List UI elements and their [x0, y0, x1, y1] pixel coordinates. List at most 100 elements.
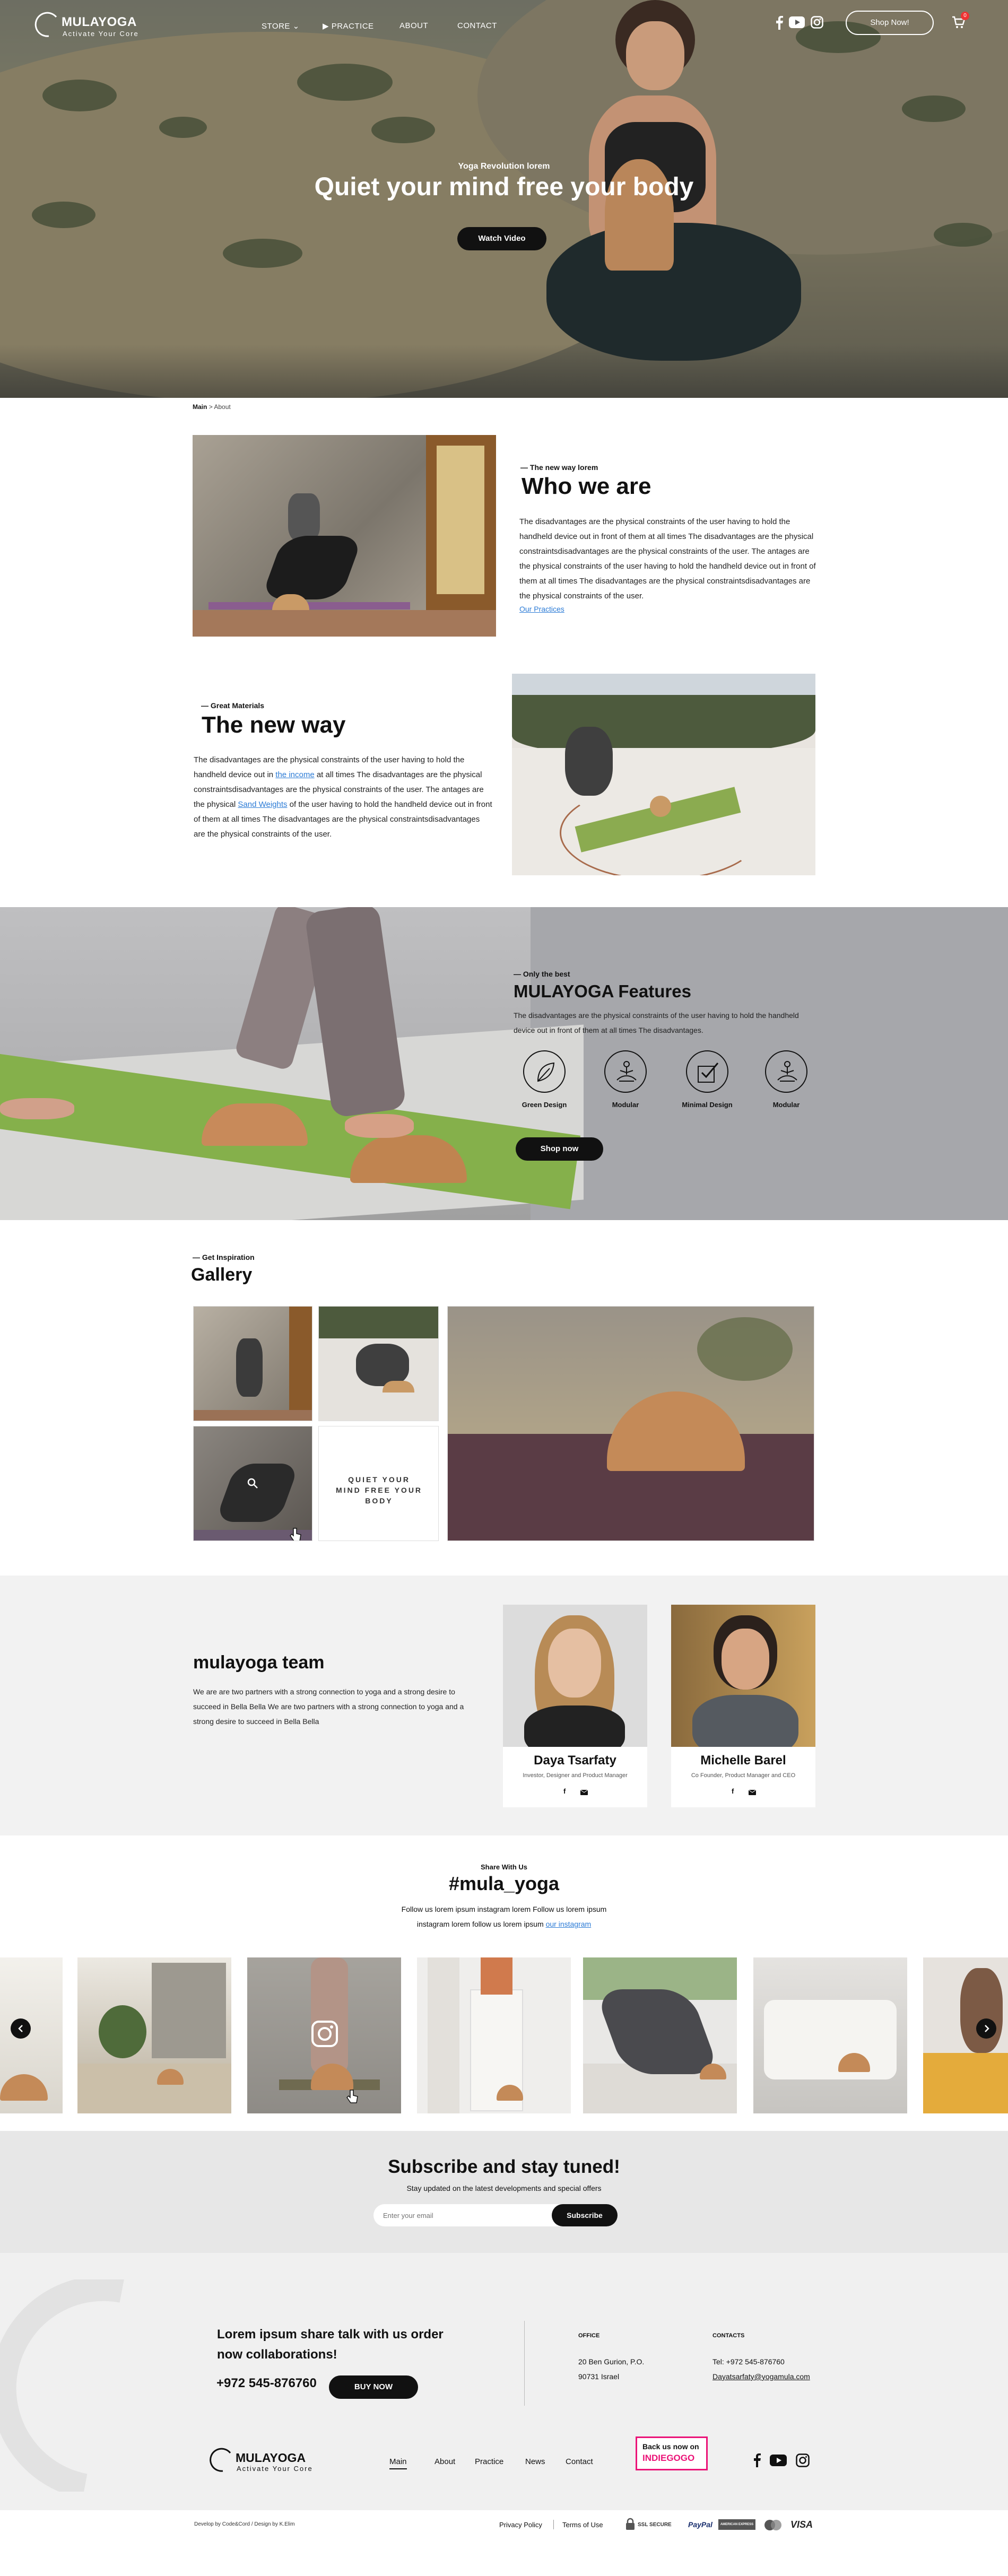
footer-cta: Lorem ipsum share talk with us order now… [217, 2325, 444, 2365]
nav-contact[interactable]: CONTACT [457, 21, 497, 30]
instagram-post-hovered[interactable] [247, 1957, 401, 2113]
nav-about[interactable]: ABOUT [399, 21, 428, 30]
divider [553, 2520, 554, 2529]
privacy-link[interactable]: Privacy Policy [499, 2521, 542, 2529]
our-practices-link[interactable]: Our Practices [519, 605, 564, 613]
instagram-post[interactable] [77, 1957, 231, 2113]
instagram-icon[interactable] [796, 2453, 810, 2467]
credits: Develop by Code&Cord / Design by K.Elim [194, 2521, 295, 2527]
share-text: Follow us lorem ipsum instagram lorem Fo… [0, 1902, 1008, 1931]
feature-label: Green Design [522, 1101, 567, 1109]
gallery-feature-image[interactable] [447, 1306, 814, 1541]
cart-icon[interactable]: 0 [951, 12, 969, 31]
ssl-badge: SSL SECURE [638, 2522, 672, 2528]
share-eyebrow: Share With Us [480, 1863, 527, 1871]
instagram-post[interactable] [753, 1957, 907, 2113]
team-section: mulayoga team We are are two partners wi… [0, 1576, 1008, 1835]
team-card-michelle: Michelle Barel Co Founder, Product Manag… [671, 1605, 815, 1807]
member-role: Investor, Designer and Product Manager [523, 1772, 628, 1779]
footer-logo[interactable]: MULAYOGA Activate Your Core [208, 2448, 335, 2474]
carousel-prev-button[interactable] [11, 2018, 31, 2039]
subscribe-section: Subscribe and stay tuned! Stay updated o… [0, 2131, 1008, 2253]
decorative-logo-mark [0, 2279, 124, 2492]
logo-mark-icon [210, 2448, 231, 2472]
footer-section: Lorem ipsum share talk with us order now… [0, 2253, 1008, 2510]
gallery-image[interactable] [193, 1306, 312, 1421]
footer-cta-line-1: Lorem ipsum share talk with us order [217, 2327, 444, 2342]
instagram-post[interactable] [0, 1957, 63, 2113]
logo-mark-icon [34, 12, 57, 37]
gallery-image-hovered[interactable] [193, 1426, 312, 1541]
team-title: mulayoga team [193, 1652, 325, 1673]
footer-nav-news[interactable]: News [525, 2457, 545, 2466]
feature-modular [604, 1050, 647, 1093]
facebook-icon[interactable]: f [563, 1787, 566, 1795]
instagram-post[interactable] [583, 1957, 737, 2113]
chevron-down-icon: ⌄ [292, 22, 300, 31]
subscribe-button[interactable]: Subscribe [552, 2204, 618, 2226]
meditation-icon [777, 1061, 797, 1082]
brand-tagline: Activate Your Core [63, 30, 139, 38]
email-icon[interactable] [748, 1788, 757, 1798]
instagram-icon[interactable] [811, 16, 823, 29]
footer-cta-line-2: now collaborations! [217, 2347, 337, 2362]
instagram-post[interactable] [417, 1957, 571, 2113]
footer-nav-practice[interactable]: Practice [475, 2457, 503, 2466]
shop-now-button[interactable]: Shop Now! [846, 11, 934, 35]
footer-nav-about[interactable]: About [435, 2457, 455, 2466]
avatar [671, 1605, 815, 1747]
facebook-icon[interactable] [776, 16, 783, 30]
office-label: OFFICE [578, 2333, 600, 2339]
subscribe-form: Subscribe [373, 2204, 618, 2226]
gallery-quote-text: QUIET YOUR MIND FREE YOUR BODY [335, 1475, 423, 1505]
indiegogo-line-1: Back us now on [642, 2442, 699, 2451]
team-body: We are are two partners with a strong co… [193, 1687, 464, 1726]
chevron-left-icon [18, 2025, 23, 2032]
youtube-icon[interactable] [770, 2455, 787, 2466]
terms-link[interactable]: Terms of Use [562, 2521, 603, 2529]
breadcrumb-separator: > [208, 403, 213, 411]
contact-email-link[interactable]: Dayatsarfaty@yogamula.com [712, 2369, 810, 2384]
subscribe-title: Subscribe and stay tuned! [388, 2156, 620, 2177]
chevron-right-icon [985, 2025, 989, 2032]
buy-now-button[interactable]: BUY NOW [329, 2375, 418, 2399]
brand-logo[interactable]: MULAYOGA Activate Your Core [33, 12, 160, 39]
feature-modular-2 [765, 1050, 807, 1093]
nav-practice[interactable]: ▶ PRACTICE [323, 21, 374, 31]
share-hashtag: #mula_yoga [448, 1873, 560, 1894]
email-input[interactable] [383, 2209, 542, 2221]
nav-store[interactable]: STORE ⌄ [262, 21, 300, 31]
breadcrumb-main[interactable]: Main [193, 403, 207, 411]
watch-video-button[interactable]: Watch Video [457, 227, 546, 250]
who-body: The disadvantages are the physical const… [519, 517, 816, 601]
footer-phone[interactable]: +972 545-876760 [216, 2376, 317, 2391]
facebook-icon[interactable] [753, 2453, 761, 2467]
footer-brand-name: MULAYOGA [236, 2451, 306, 2465]
footer-nav-main[interactable]: Main [389, 2457, 407, 2469]
contacts-label: CONTACTS [712, 2333, 745, 2339]
meditation-icon [616, 1061, 637, 1082]
sand-weights-link[interactable]: Sand Weights [238, 800, 287, 809]
features-title: MULAYOGA Features [514, 981, 691, 1001]
facebook-icon[interactable]: f [732, 1787, 734, 1795]
gallery-image[interactable] [318, 1306, 439, 1421]
member-name: Daya Tsarfaty [534, 1753, 616, 1768]
features-shop-now-button[interactable]: Shop now [516, 1137, 603, 1161]
income-link[interactable]: the income [275, 770, 314, 779]
newway-eyebrow: — Great Materials [201, 701, 265, 710]
hero-title: Quiet your mind free your body [314, 173, 694, 201]
nav-practice-label: PRACTICE [331, 22, 374, 31]
carousel-next-button[interactable] [976, 2018, 996, 2039]
office-line-2: 90731 Israel [578, 2372, 620, 2381]
instagram-post[interactable] [923, 1957, 1008, 2113]
newway-body: The disadvantages are the physical const… [194, 753, 492, 842]
email-icon[interactable] [580, 1788, 588, 1798]
yoga-lunge-photo [193, 435, 496, 637]
youtube-icon[interactable] [789, 16, 805, 28]
indiegogo-badge[interactable]: Back us now on INDIEGOGO [636, 2436, 708, 2470]
our-instagram-link[interactable]: our instagram [546, 1920, 592, 1928]
hero-section: MULAYOGA Activate Your Core STORE ⌄ ▶ PR… [0, 0, 1008, 398]
contact-tel[interactable]: Tel: +972 545-876760 [712, 2354, 810, 2369]
feature-label: Modular [612, 1101, 639, 1109]
footer-nav-contact[interactable]: Contact [566, 2457, 593, 2466]
